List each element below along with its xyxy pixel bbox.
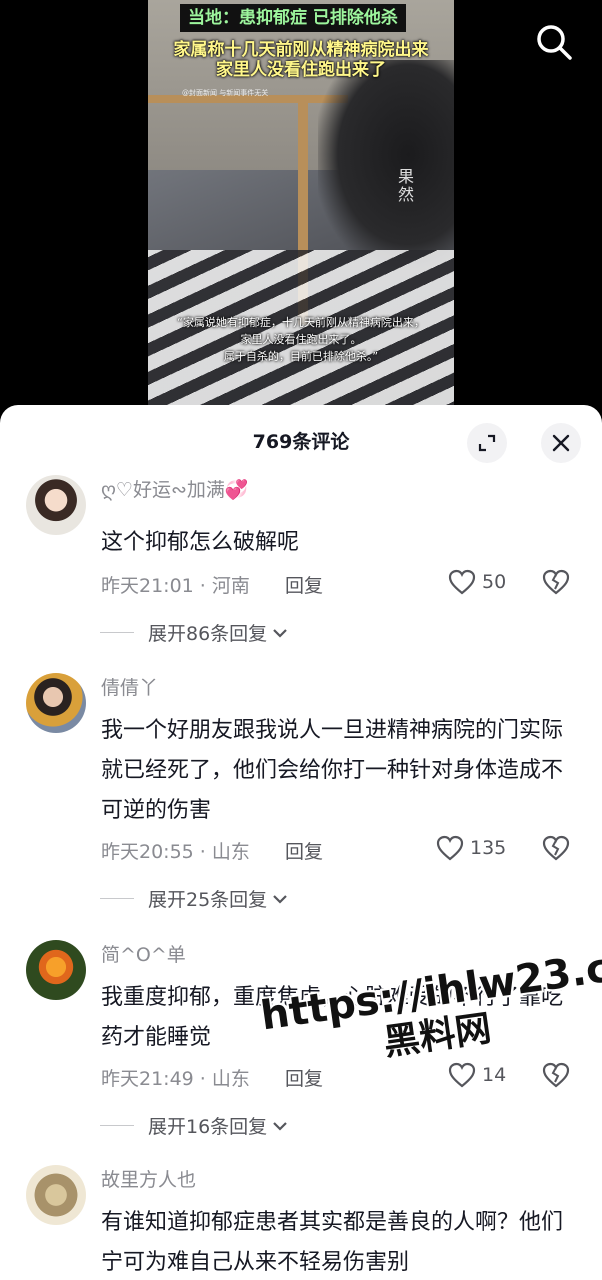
avatar[interactable] (26, 1165, 86, 1225)
video-player[interactable]: 当地：患抑郁症 已排除他杀 家属称十几天前刚从精神病院出来 家里人没看住跑出来了… (0, 0, 602, 430)
expand-replies-label: 展开86条回复 (148, 623, 268, 645)
broken-heart-icon (542, 1062, 570, 1088)
like-count: 14 (482, 1064, 507, 1086)
expand-icon (478, 434, 496, 452)
heart-icon (448, 569, 476, 595)
expand-replies-label: 展开16条回复 (148, 1116, 268, 1138)
comment-text[interactable]: 有谁知道抑郁症患者其实都是善良的人啊？他们宁可为难自己从来不轻易伤害别 (101, 1203, 571, 1280)
quote-line-1: “家属说她有抑郁症，十几天前刚从精神病院出来， (177, 316, 425, 329)
avatar[interactable] (26, 475, 86, 535)
chevron-down-icon (273, 628, 287, 638)
search-button[interactable] (534, 22, 574, 62)
video-top-tag: 当地：患抑郁症 已排除他杀 (180, 4, 406, 32)
video-quote-caption: “家属说她有抑郁症，十几天前刚从精神病院出来， 家里人没看住跑出来了。 属于自杀… (148, 314, 454, 365)
expand-replies-button[interactable]: 展开16条回复 (100, 1112, 289, 1139)
video-source-note: @封面新闻 与新闻事件无关 (182, 89, 269, 97)
headline-line-2: 家里人没看住跑出来了 (216, 60, 386, 80)
comment-meta: 昨天20:55 · 山东 (101, 841, 250, 863)
comment-text[interactable]: 这个抑郁怎么破解呢 (101, 523, 571, 563)
expand-replies-label: 展开25条回复 (148, 889, 268, 911)
quote-line-3: 属于自杀的，目前已排除他杀。” (223, 350, 379, 363)
comment-sheet: 769条评论 ღ♡好运∾加满💞 这个抑郁怎么破解呢 昨天21:01 · 河南 回… (0, 405, 602, 1280)
comment-meta: 昨天21:49 · 山东 (101, 1068, 250, 1090)
reply-button[interactable]: 回复 (285, 571, 323, 598)
expand-replies-button[interactable]: 展开25条回复 (100, 885, 289, 912)
search-icon (537, 25, 572, 60)
avatar[interactable] (26, 673, 86, 733)
like-button[interactable]: 135 (436, 835, 506, 861)
comment-text[interactable]: 我一个好朋友跟我说人一旦进精神病院的门实际就已经死了，他们会给你打一种针对身体造… (101, 711, 571, 831)
overlay-watermark: https://ihlw23.com 黑料网 (258, 935, 602, 1082)
avatar[interactable] (26, 940, 86, 1000)
comment-count-title: 769条评论 (252, 431, 350, 453)
frame-figure (318, 60, 454, 270)
dislike-button[interactable] (542, 1062, 570, 1092)
comment-username[interactable]: 故里方人也 (101, 1165, 196, 1192)
headline-line-1: 家属称十几天前刚从精神病院出来 (173, 40, 429, 60)
video-headline: 家属称十几天前刚从精神病院出来 家里人没看住跑出来了 (148, 40, 454, 80)
comment-username[interactable]: ღ♡好运∾加满💞 (101, 475, 249, 502)
close-icon (552, 434, 570, 452)
heart-icon (448, 1062, 476, 1088)
dislike-button[interactable] (542, 835, 570, 865)
comment-meta: 昨天21:01 · 河南 (101, 575, 250, 597)
expand-sheet-button[interactable] (467, 423, 507, 463)
broken-heart-icon (542, 569, 570, 595)
quote-line-2: 家里人没看住跑出来了。 (240, 333, 362, 346)
reply-button[interactable]: 回复 (285, 837, 323, 864)
heart-icon (436, 835, 464, 861)
close-sheet-button[interactable] (541, 423, 581, 463)
broken-heart-icon (542, 835, 570, 861)
expand-replies-button[interactable]: 展开86条回复 (100, 619, 289, 646)
like-button[interactable]: 50 (448, 569, 506, 595)
divider (100, 632, 134, 633)
like-count: 135 (470, 837, 507, 859)
divider (100, 898, 134, 899)
like-button[interactable]: 14 (448, 1062, 506, 1088)
chevron-down-icon (273, 894, 287, 904)
chevron-down-icon (273, 1121, 287, 1131)
divider (100, 1125, 134, 1126)
comment-username[interactable]: 简^O^单 (101, 940, 186, 967)
comment-username[interactable]: 倩倩丫 (101, 673, 158, 700)
video-side-watermark: 果然 (398, 167, 415, 204)
like-count: 50 (482, 571, 507, 593)
dislike-button[interactable] (542, 569, 570, 599)
